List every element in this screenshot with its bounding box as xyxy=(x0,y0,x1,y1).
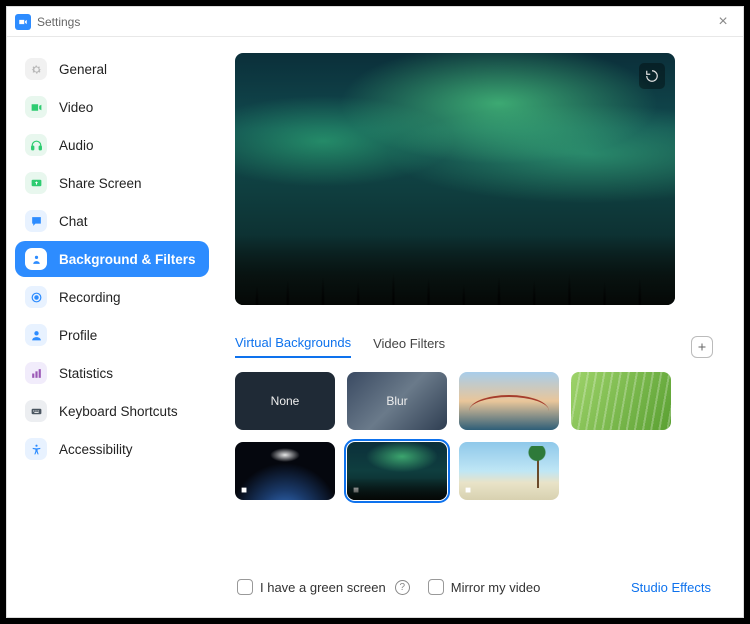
video-icon xyxy=(25,96,47,118)
sidebar-item-share-screen[interactable]: Share Screen xyxy=(15,165,209,201)
statistics-icon xyxy=(25,362,47,384)
sidebar-item-label: Keyboard Shortcuts xyxy=(59,404,178,419)
sidebar-item-label: Background & Filters xyxy=(59,252,196,267)
sidebar-item-chat[interactable]: Chat xyxy=(15,203,209,239)
sidebar-item-label: Accessibility xyxy=(59,442,133,457)
accessibility-icon xyxy=(25,438,47,460)
titlebar: Settings × xyxy=(7,7,743,37)
sidebar-item-keyboard-shortcuts[interactable]: Keyboard Shortcuts xyxy=(15,393,209,429)
share-screen-icon xyxy=(25,172,47,194)
video-indicator-icon: ■ xyxy=(241,485,247,496)
checkbox-mirror-video[interactable]: Mirror my video xyxy=(428,579,541,595)
headphones-icon xyxy=(25,134,47,156)
thumb-bridge[interactable] xyxy=(459,372,559,430)
tab-virtual-backgrounds[interactable]: Virtual Backgrounds xyxy=(235,335,351,358)
video-indicator-icon: ■ xyxy=(465,485,471,496)
sidebar-item-label: Statistics xyxy=(59,366,113,381)
sidebar-item-accessibility[interactable]: Accessibility xyxy=(15,431,209,467)
gear-icon xyxy=(25,58,47,80)
sidebar-item-background-filters[interactable]: Background & Filters xyxy=(15,241,209,277)
checkbox-icon xyxy=(237,579,253,595)
thumb-earth[interactable]: ■ xyxy=(235,442,335,500)
tab-video-filters[interactable]: Video Filters xyxy=(373,336,445,357)
sidebar-item-label: Audio xyxy=(59,138,94,153)
main-panel: Virtual Backgrounds Video Filters None B… xyxy=(217,37,743,617)
thumb-grass[interactable] xyxy=(571,372,671,430)
thumb-label: None xyxy=(271,394,300,408)
thumb-label: Blur xyxy=(386,394,407,408)
sidebar-item-label: Recording xyxy=(59,290,121,305)
thumb-blur[interactable]: Blur xyxy=(347,372,447,430)
keyboard-icon xyxy=(25,400,47,422)
app-icon xyxy=(15,14,31,30)
sidebar: General Video Audio Share Screen Chat xyxy=(7,37,217,617)
recording-icon xyxy=(25,286,47,308)
thumb-beach[interactable]: ■ xyxy=(459,442,559,500)
sidebar-item-video[interactable]: Video xyxy=(15,89,209,125)
close-icon[interactable]: × xyxy=(711,13,735,31)
help-icon[interactable]: ? xyxy=(395,580,410,595)
video-preview xyxy=(235,53,675,305)
checkbox-label: I have a green screen xyxy=(260,580,386,595)
sidebar-item-label: Video xyxy=(59,100,93,115)
footer: I have a green screen ? Mirror my video … xyxy=(235,567,713,601)
add-background-button[interactable] xyxy=(691,336,713,358)
checkbox-icon xyxy=(428,579,444,595)
studio-effects-link[interactable]: Studio Effects xyxy=(631,580,711,595)
sidebar-item-label: Share Screen xyxy=(59,176,142,191)
sidebar-item-general[interactable]: General xyxy=(15,51,209,87)
chat-icon xyxy=(25,210,47,232)
background-thumbnails: None Blur ■ ■ ■ xyxy=(235,372,713,500)
window-title: Settings xyxy=(37,15,711,29)
sidebar-item-statistics[interactable]: Statistics xyxy=(15,355,209,391)
sidebar-item-label: Profile xyxy=(59,328,97,343)
sidebar-item-profile[interactable]: Profile xyxy=(15,317,209,353)
checkbox-label: Mirror my video xyxy=(451,580,541,595)
sidebar-item-recording[interactable]: Recording xyxy=(15,279,209,315)
thumb-aurora[interactable]: ■ xyxy=(347,442,447,500)
sidebar-item-audio[interactable]: Audio xyxy=(15,127,209,163)
checkbox-green-screen[interactable]: I have a green screen ? xyxy=(237,579,410,595)
rotate-icon[interactable] xyxy=(639,63,665,89)
sidebar-item-label: General xyxy=(59,62,107,77)
tabs: Virtual Backgrounds Video Filters xyxy=(235,335,713,358)
settings-window: Settings × General Video Audio xyxy=(6,6,744,618)
video-indicator-icon: ■ xyxy=(353,485,359,496)
sidebar-item-label: Chat xyxy=(59,214,88,229)
profile-icon xyxy=(25,324,47,346)
background-icon xyxy=(25,248,47,270)
thumb-none[interactable]: None xyxy=(235,372,335,430)
